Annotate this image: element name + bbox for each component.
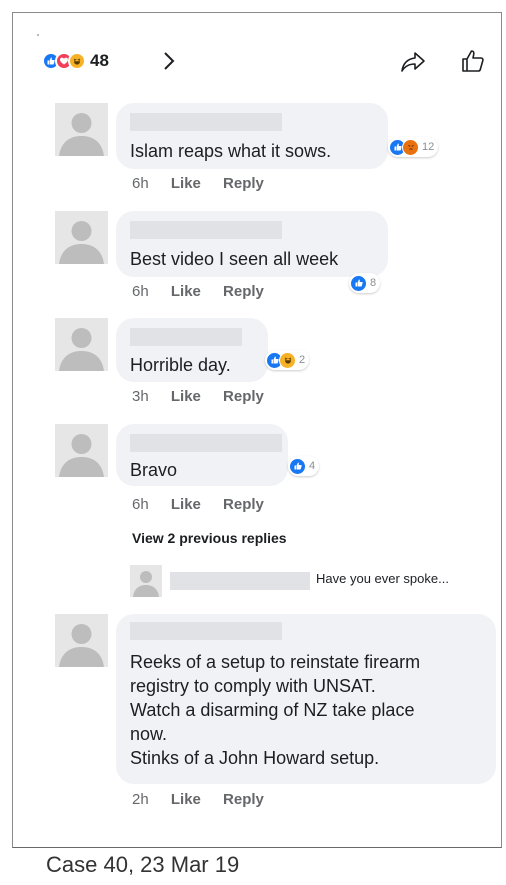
redacted-name: [170, 572, 310, 590]
comment-text: Best video I seen all week: [130, 249, 339, 269]
comment-time: 6h: [132, 496, 149, 513]
comment-bubble: Horrible day.: [116, 318, 268, 382]
comment-bubble: Best video I seen all week: [116, 211, 388, 277]
reply-preview-text: Have you ever spoke...: [316, 571, 449, 586]
comment-meta: 6h Like Reply: [132, 283, 282, 300]
speck: [37, 34, 39, 36]
chevron-right-icon[interactable]: [158, 49, 180, 73]
comment-time: 2h: [132, 791, 149, 808]
comment-reactions[interactable]: 8: [349, 273, 381, 293]
comment-reactions[interactable]: 4: [288, 456, 320, 476]
comment-meta: 3h Like Reply: [132, 388, 282, 405]
redacted-name: [130, 328, 242, 346]
avatar[interactable]: [55, 103, 108, 156]
reactions-summary[interactable]: 48: [42, 51, 109, 71]
comment-reaction-count: 12: [422, 141, 435, 153]
comment-reaction-count: 4: [309, 460, 316, 472]
figure-caption: Case 40, 23 Mar 19: [46, 852, 240, 877]
reaction-count: 48: [90, 51, 109, 70]
like-link[interactable]: Like: [171, 283, 201, 300]
redacted-name: [130, 622, 282, 640]
comment-meta: 6h Like Reply: [132, 496, 282, 513]
reply-link[interactable]: Reply: [223, 283, 264, 300]
haha-icon: [68, 52, 86, 70]
redacted-name: [130, 221, 282, 239]
like-link[interactable]: Like: [171, 496, 201, 513]
comment-bubble: Bravo: [116, 424, 288, 486]
reply-link[interactable]: Reply: [223, 175, 264, 192]
angry-icon: [402, 138, 419, 156]
like-icon: [350, 274, 367, 292]
comment-time: 6h: [132, 175, 149, 192]
comment-text: Bravo: [130, 460, 178, 480]
reply-preview[interactable]: Have you ever spoke...: [130, 565, 490, 597]
like-icon: [289, 457, 306, 475]
haha-icon: [279, 351, 296, 369]
thumbs-up-icon[interactable]: [460, 48, 486, 74]
avatar[interactable]: [55, 211, 108, 264]
comment-reaction-count: 8: [370, 277, 377, 289]
comment-reactions[interactable]: 12: [388, 137, 439, 157]
comment-meta: 6h Like Reply: [132, 175, 282, 192]
comment-time: 6h: [132, 283, 149, 300]
comment-text: Islam reaps what it sows.: [130, 141, 332, 161]
reply-link[interactable]: Reply: [223, 791, 264, 808]
comment-bubble: Reeks of a setup to reinstate firearm re…: [116, 614, 496, 784]
reply-link[interactable]: Reply: [223, 388, 264, 405]
avatar[interactable]: [55, 318, 108, 371]
avatar: [130, 565, 162, 597]
share-icon[interactable]: [400, 49, 426, 75]
like-link[interactable]: Like: [171, 791, 201, 808]
avatar[interactable]: [55, 614, 108, 667]
redacted-name: [130, 434, 282, 452]
comment-bubble: Islam reaps what it sows.: [116, 103, 388, 169]
avatar[interactable]: [55, 424, 108, 477]
comment-time: 3h: [132, 388, 149, 405]
reactions-header: 48: [42, 46, 492, 78]
view-previous-replies-link[interactable]: View 2 previous replies: [132, 530, 287, 546]
comment-reaction-count: 2: [299, 354, 306, 366]
comment-meta: 2h Like Reply: [132, 791, 282, 808]
like-link[interactable]: Like: [171, 175, 201, 192]
comment-reactions[interactable]: 2: [265, 350, 310, 370]
comment-text: Horrible day.: [130, 355, 231, 375]
comment-text: Reeks of a setup to reinstate firearm re…: [130, 652, 421, 768]
like-link[interactable]: Like: [171, 388, 201, 405]
reply-link[interactable]: Reply: [223, 496, 264, 513]
redacted-name: [130, 113, 282, 131]
